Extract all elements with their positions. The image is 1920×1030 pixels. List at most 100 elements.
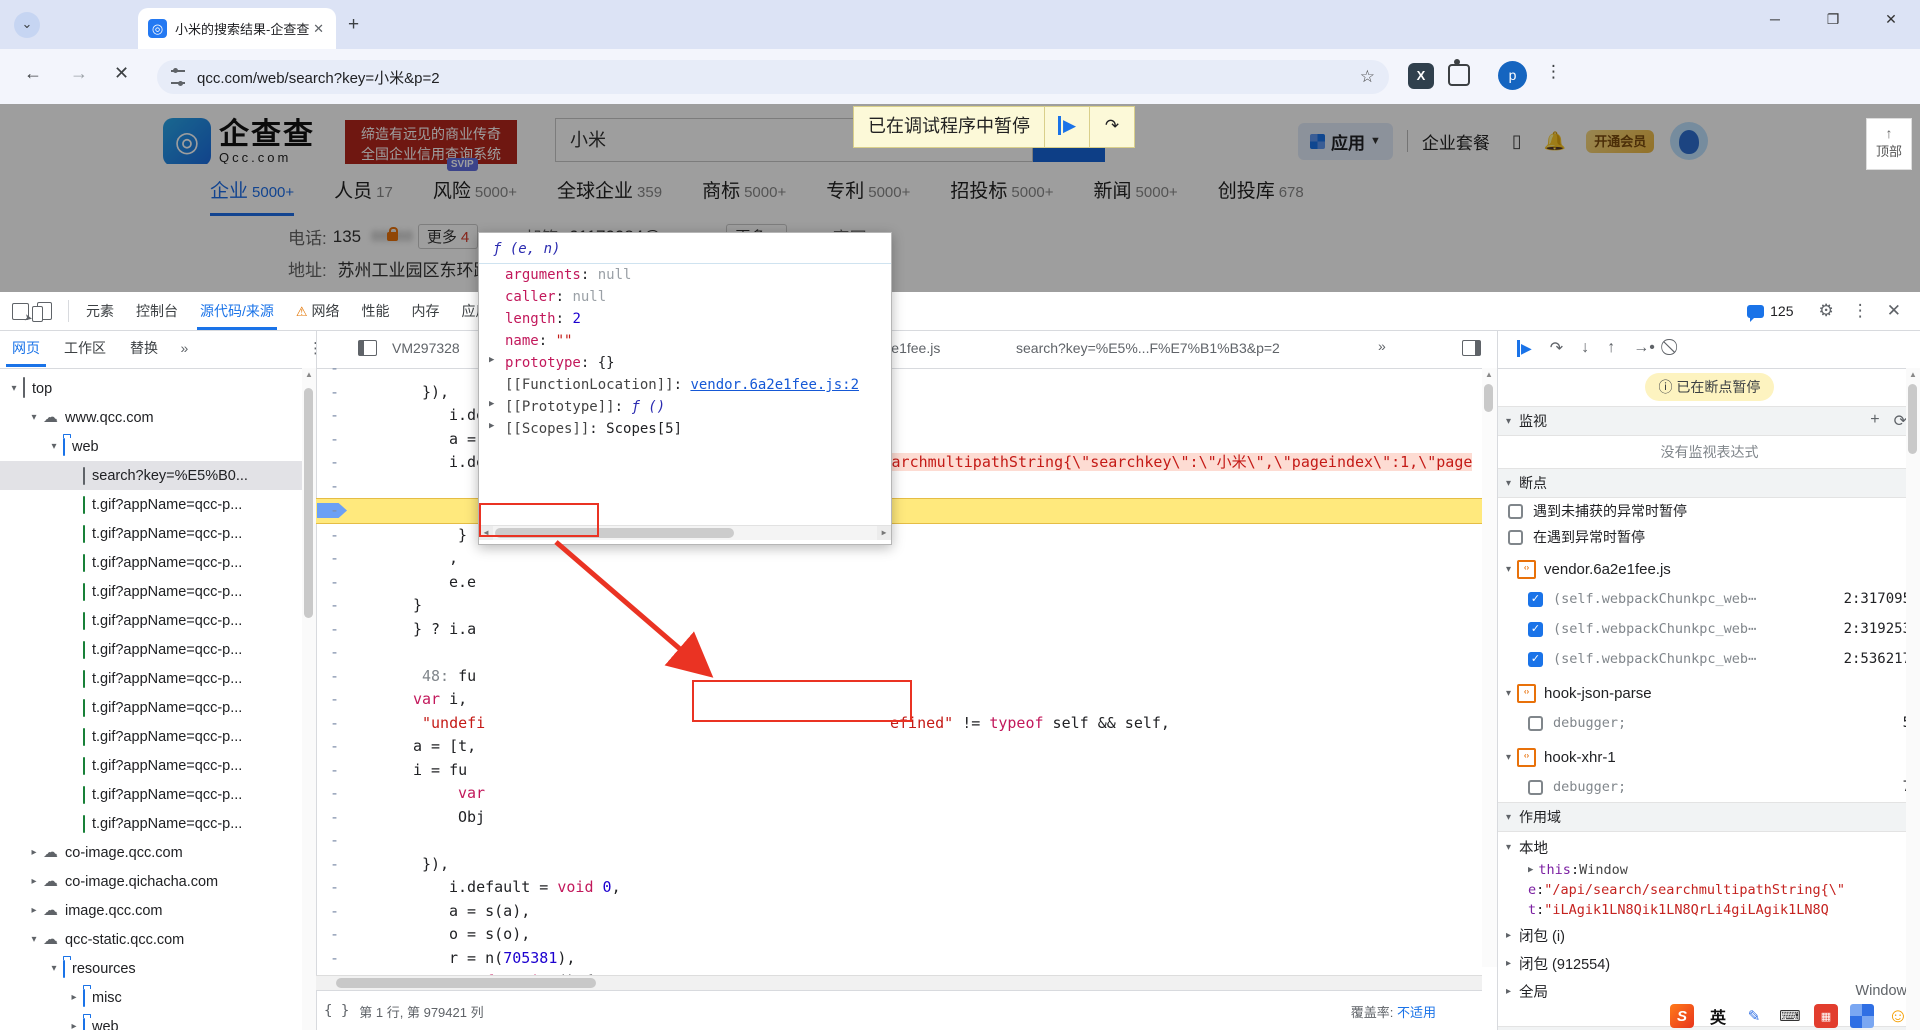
issues-chat-icon[interactable] [1747,304,1765,322]
expand-arrow-icon[interactable]: ▶ [1528,865,1533,875]
checkbox-unchecked[interactable] [1528,779,1543,795]
tree-item[interactable]: t.gif?appName=qcc-p... [0,751,302,780]
banner-resume-button[interactable]: ▶ [1044,107,1089,147]
extension-x-icon[interactable]: X [1408,63,1434,89]
add-watch-icon[interactable]: + [1870,411,1879,431]
tree-item[interactable]: t.gif?appName=qcc-p... [0,606,302,635]
code-line[interactable]: - var [316,782,1482,806]
tree-item[interactable]: t.gif?appName=qcc-p... [0,780,302,809]
scope-group-header[interactable]: ▸ 全局 Window [1498,978,1920,1004]
toolbox-icon[interactable]: ▦ [1814,1004,1838,1028]
browser-menu-icon[interactable]: ⋮ [1545,62,1562,82]
sogou-input-icon[interactable]: S [1670,1004,1694,1028]
breakpoint-item[interactable]: debugger;5 [1498,708,1920,738]
window-maximize-button[interactable]: ❐ [1804,0,1862,40]
tree-item[interactable]: t.gif?appName=qcc-p... [0,635,302,664]
code-line[interactable]: -o = s(o), [316,923,1482,947]
checkbox-checked[interactable]: ✓ [1528,591,1543,607]
devtools-tab-元素[interactable]: 元素 [75,292,125,330]
code-line[interactable]: -} [316,594,1482,618]
breakpoint-group-header[interactable]: ▾ ‹› vendor.6a2e1fee.js [1498,554,1920,584]
breakpoint-item[interactable]: ✓ (self.webpackChunkpc_web⋯ 2:319253 [1498,614,1920,644]
tree-item[interactable]: t.gif?appName=qcc-p... [0,490,302,519]
pane-tab-网页[interactable]: 网页 [0,330,52,367]
back-icon[interactable]: ← [24,63,42,84]
tree-item[interactable]: ▾ top [0,374,302,403]
tab-search-icon[interactable]: ⌄ [14,12,40,38]
code-line[interactable]: -} ? i.a [316,618,1482,642]
url-text[interactable]: qcc.com/web/search?key=小米&p=2 [197,67,1360,88]
code-line[interactable]: -a = s(a), [316,900,1482,924]
devtools-close-icon[interactable]: ✕ [1887,301,1901,321]
tree-item[interactable]: search?key=%E5%B0... [0,461,302,490]
code-line[interactable]: -}), [316,853,1482,877]
expand-arrow-icon[interactable]: ▶ [489,421,494,431]
coverage-link[interactable]: 不适用 [1397,1005,1436,1020]
devtools-tab-性能[interactable]: 性能 [351,292,401,330]
site-settings-icon[interactable] [171,68,185,86]
tree-item[interactable]: t.gif?appName=qcc-p... [0,519,302,548]
breakpoint-item[interactable]: ✓ (self.webpackChunkpc_web⋯ 2:317095 [1498,584,1920,614]
breakpoint-group-header[interactable]: ▾ ‹› hook-xhr-1 [1498,742,1920,772]
file-tab[interactable]: search?key=%E5%...F%E7%B1%B3&p=2 [1016,330,1346,367]
tree-item[interactable]: ▸ web [0,1012,302,1030]
resume-script-icon[interactable]: ▶ [1517,339,1532,357]
devtools-tab-源代码/来源[interactable]: 源代码/来源 [189,292,285,330]
code-line[interactable]: -a = [t, [316,735,1482,759]
more-pane-tabs-chevron[interactable]: » [174,340,194,356]
window-minimize-button[interactable]: ─ [1746,0,1804,40]
scope-group-header[interactable]: ▸ 闭包 (i) [1498,922,1920,948]
checkbox-checked[interactable]: ✓ [1528,621,1543,637]
exception-toggle-row[interactable]: 在遇到异常时暂停 [1498,524,1920,550]
more-file-tabs-chevron[interactable]: » [1372,338,1392,354]
scope-group-header[interactable]: ▸ 闭包 (912554) [1498,950,1920,976]
address-bar[interactable]: qcc.com/web/search?key=小米&p=2 ☆ [157,60,1389,94]
tree-item[interactable]: ▾ ☁ www.qcc.com [0,403,302,432]
tree-item[interactable]: ▾ ☁ qcc-static.qcc.com [0,925,302,954]
tree-item[interactable]: t.gif?appName=qcc-p... [0,548,302,577]
devtools-settings-gear-icon[interactable]: ⚙ [1819,301,1834,321]
back-to-top-button[interactable]: ↑ 顶部 [1866,118,1912,170]
code-line[interactable]: -r = n(705381), [316,947,1482,971]
collapse-sidebar-icon[interactable] [358,340,377,356]
editor-hscrollbar[interactable] [316,975,1482,991]
tree-item[interactable]: ▸ ☁ co-image.qichacha.com [0,867,302,896]
tree-item[interactable]: ▸ ☁ image.qcc.com [0,896,302,925]
scope-variable[interactable]: e: "/api/search/searchmultipathString{\" [1498,880,1920,900]
devtools-tab-内存[interactable]: 内存 [401,292,451,330]
expand-panel-icon[interactable] [1462,340,1481,356]
tree-item[interactable]: t.gif?appName=qcc-p... [0,809,302,838]
expand-arrow-icon[interactable]: ▶ [489,355,494,365]
new-tab-button[interactable]: + [348,14,359,36]
pretty-print-icon[interactable]: { } [324,1003,349,1019]
tree-item[interactable]: t.gif?appName=qcc-p... [0,693,302,722]
scope-section-header[interactable]: ▾ 作用域 [1498,802,1920,832]
checkbox-unchecked[interactable] [1528,715,1543,731]
breakpoint-item[interactable]: ✓ (self.webpackChunkpc_web⋯ 2:536217 [1498,644,1920,674]
expand-arrow-icon[interactable]: ▶ [489,399,494,409]
inspect-element-icon[interactable] [12,302,29,320]
bookmark-star-icon[interactable]: ☆ [1360,67,1375,87]
tree-item[interactable]: ▸ ☁ co-image.qcc.com [0,838,302,867]
refresh-watch-icon[interactable]: ⟳ [1894,411,1907,431]
tree-item[interactable]: t.gif?appName=qcc-p... [0,664,302,693]
tree-item[interactable]: t.gif?appName=qcc-p... [0,577,302,606]
profile-avatar[interactable]: p [1498,61,1527,90]
step-into-icon[interactable]: ↓ [1581,339,1589,357]
device-toolbar-icon[interactable] [32,302,52,322]
scope-variable[interactable]: t: "iLAgik1LN8Qik1LN8QrLi4giLAgik1LN8Q [1498,900,1920,920]
devtools-tab-控制台[interactable]: 控制台 [125,292,189,330]
function-location-link[interactable]: vendor.6a2e1fee.js:2 [690,377,859,393]
extensions-puzzle-icon[interactable] [1448,59,1470,86]
step-out-icon[interactable]: ↑ [1607,339,1615,357]
browser-tab[interactable]: ◎ 小米的搜索结果-企查查 ✕ [138,8,336,49]
scope-group-header[interactable]: ▾ 本地 [1498,834,1920,860]
banner-step-over-button[interactable]: ↷ [1089,107,1134,147]
step-over-icon[interactable]: ↷ [1550,338,1563,358]
breakpoint-item[interactable]: debugger;7 [1498,772,1920,802]
pane-tab-工作区[interactable]: 工作区 [52,330,118,367]
code-line[interactable]: - Obj [316,806,1482,830]
emoji-icon[interactable]: ☺ [1886,1004,1910,1028]
sidebar-scrollbar[interactable]: ▲ [1906,368,1920,1030]
tree-item[interactable]: t.gif?appName=qcc-p... [0,722,302,751]
